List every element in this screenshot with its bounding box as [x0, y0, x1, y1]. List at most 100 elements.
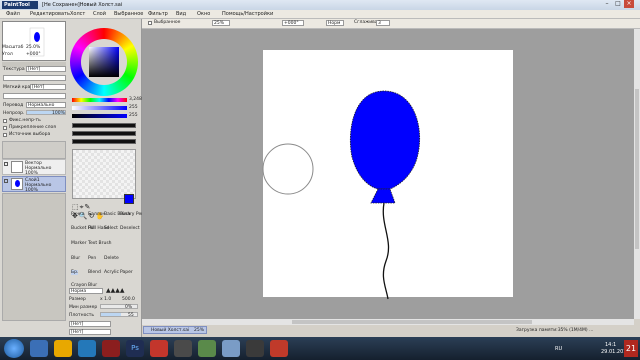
close-icon[interactable]: × — [624, 0, 634, 8]
taskbar-app-icon[interactable] — [246, 340, 264, 357]
maximize-icon[interactable]: □ — [613, 0, 623, 8]
hue-bar[interactable] — [72, 98, 127, 102]
menu-layer[interactable]: Слой — [93, 11, 106, 17]
eye-icon[interactable] — [4, 162, 8, 166]
view-mode-select[interactable]: Норм — [326, 20, 344, 26]
clock-date[interactable]: 29.01.201 — [601, 349, 626, 355]
rgb-r-value: 3,248 — [129, 97, 142, 102]
tool-marker[interactable]: Marker — [71, 241, 87, 246]
rotation-select[interactable]: +000° — [282, 20, 304, 26]
blend-mode-select[interactable]: Нормально — [26, 102, 66, 108]
texture-select[interactable]: [Нет] — [26, 66, 66, 72]
eye-icon[interactable] — [4, 179, 8, 183]
taskbar-app-icon[interactable] — [198, 340, 216, 357]
menu-help[interactable]: Помощь/Настройки — [222, 11, 273, 17]
tool-acrylic[interactable]: Acrylic — [104, 270, 119, 275]
angle-value[interactable]: +000° — [26, 52, 41, 57]
layer-buttons[interactable] — [2, 141, 66, 159]
zoom-select[interactable]: 25% — [212, 20, 230, 26]
rgb-b-value: 255 — [129, 113, 138, 118]
soft-edge-select[interactable]: [Нет] — [30, 84, 66, 90]
angle-label: Угол — [2, 52, 13, 57]
texture-label: Текстура — [3, 67, 25, 72]
tool-select[interactable]: Select — [104, 226, 118, 231]
stabilizer-select[interactable]: 3 — [376, 20, 390, 26]
taskbar-app-icon[interactable] — [30, 340, 48, 357]
menu-window[interactable]: Окно — [197, 11, 210, 17]
zoom-label: Масштаб — [2, 45, 24, 50]
tool-paper[interactable]: Paper — [120, 270, 133, 275]
brush-shape-select[interactable]: [Нет] — [69, 321, 111, 327]
layers-empty-area — [2, 193, 66, 321]
blend-mode-label: Перевод — [3, 103, 24, 108]
tool-text-brush[interactable]: Text Brush — [88, 241, 112, 246]
taskbar-app-icon[interactable] — [222, 340, 240, 357]
folder-icon[interactable] — [54, 340, 72, 357]
taskbar-app-icon[interactable] — [150, 340, 168, 357]
taskbar-app-icon[interactable] — [174, 340, 192, 357]
tool-pen-2[interactable]: Pen — [88, 256, 96, 261]
zoom-value[interactable]: 25.0% — [26, 45, 40, 50]
minimize-icon[interactable]: – — [602, 0, 612, 8]
taskbar-app-icon[interactable] — [102, 340, 120, 357]
swatch-palette[interactable] — [72, 149, 136, 199]
size-multiplier[interactable]: x 1.0 — [100, 297, 111, 302]
horizontal-scroll-thumb[interactable] — [292, 320, 532, 324]
color-slider-2[interactable] — [72, 106, 127, 110]
min-size-slider[interactable] — [100, 304, 138, 309]
tool-brush-selected[interactable]: Бр. — [71, 270, 79, 275]
primary-color-swatch[interactable] — [124, 194, 134, 204]
soft-edge-field[interactable] — [3, 93, 66, 99]
texture-scale-field[interactable] — [3, 75, 66, 81]
balloon-string — [382, 202, 390, 300]
photoshop-icon[interactable]: Ps — [126, 340, 144, 357]
menu-file[interactable]: Файл — [6, 11, 20, 17]
window-title: [Не Сохранен]Новый Холст.sai — [42, 2, 123, 8]
vertical-scroll-thumb[interactable] — [635, 89, 639, 249]
clip-layer-checkbox[interactable] — [3, 126, 7, 130]
min-size-value: 0% — [125, 305, 133, 310]
color-slider-3[interactable] — [72, 114, 127, 118]
taskbar: Ps RU 14:1 29.01.201 21 — [0, 337, 640, 360]
min-size-label: Мин размер — [69, 305, 98, 310]
size-value[interactable]: 500.0 — [122, 297, 135, 302]
tool-delete[interactable]: Delete — [104, 256, 119, 261]
color-wheel[interactable] — [70, 28, 138, 96]
saturation-square[interactable] — [89, 47, 119, 77]
brush-mode-select[interactable]: Норма — [69, 288, 103, 294]
rgb-slider-2[interactable] — [72, 131, 136, 136]
menu-edit[interactable]: Редактировать — [30, 11, 70, 17]
select-checkbox[interactable] — [148, 21, 152, 25]
calendar-gadget[interactable]: 21 — [624, 340, 638, 357]
menu-filter[interactable]: Фильтр — [148, 11, 168, 17]
canvas-drawing — [262, 90, 421, 300]
document-name: Новый Холст.sai — [151, 328, 190, 333]
taskbar-app-icon[interactable] — [270, 340, 288, 357]
tool-binary-pen[interactable]: Binary Pen — [120, 212, 144, 217]
tool-deselect[interactable]: Deselect — [120, 226, 140, 231]
rgb-g-value: 255 — [129, 105, 138, 110]
tool-blur[interactable]: Blur — [71, 256, 80, 261]
taskbar-app-icon[interactable] — [78, 340, 96, 357]
tool-blend[interactable]: Blend — [88, 270, 101, 275]
brush-shape-icons[interactable]: ▲▲▲▲ — [106, 288, 138, 294]
horizontal-scrollbar[interactable] — [142, 319, 634, 325]
balloon-knot — [370, 188, 396, 204]
lock-opacity-checkbox[interactable] — [3, 119, 7, 123]
start-button[interactable] — [4, 339, 24, 358]
layer-thumbnail — [11, 178, 23, 190]
menu-selection[interactable]: Выбранное — [114, 11, 143, 17]
tool-pen[interactable]: Ручка — [71, 212, 85, 217]
layer-row-selected[interactable]: Слой1 Нормально 100% — [2, 176, 66, 193]
language-indicator[interactable]: RU — [555, 346, 562, 352]
clock-time[interactable]: 14:1 — [605, 342, 616, 348]
menu-view[interactable]: Вид — [176, 11, 186, 17]
selection-source-checkbox[interactable] — [3, 133, 7, 137]
layer-row[interactable]: Вектор Нормально 100% — [2, 159, 66, 176]
menu-canvas[interactable]: Холст — [70, 11, 85, 17]
vertical-scrollbar[interactable] — [634, 29, 640, 319]
document-tab[interactable]: Новый Холст.sai 25% — [143, 326, 207, 334]
rgb-slider-1[interactable] — [72, 123, 136, 128]
rgb-slider-3[interactable] — [72, 139, 136, 144]
brush-texture-select[interactable]: [Нет] — [69, 329, 111, 335]
